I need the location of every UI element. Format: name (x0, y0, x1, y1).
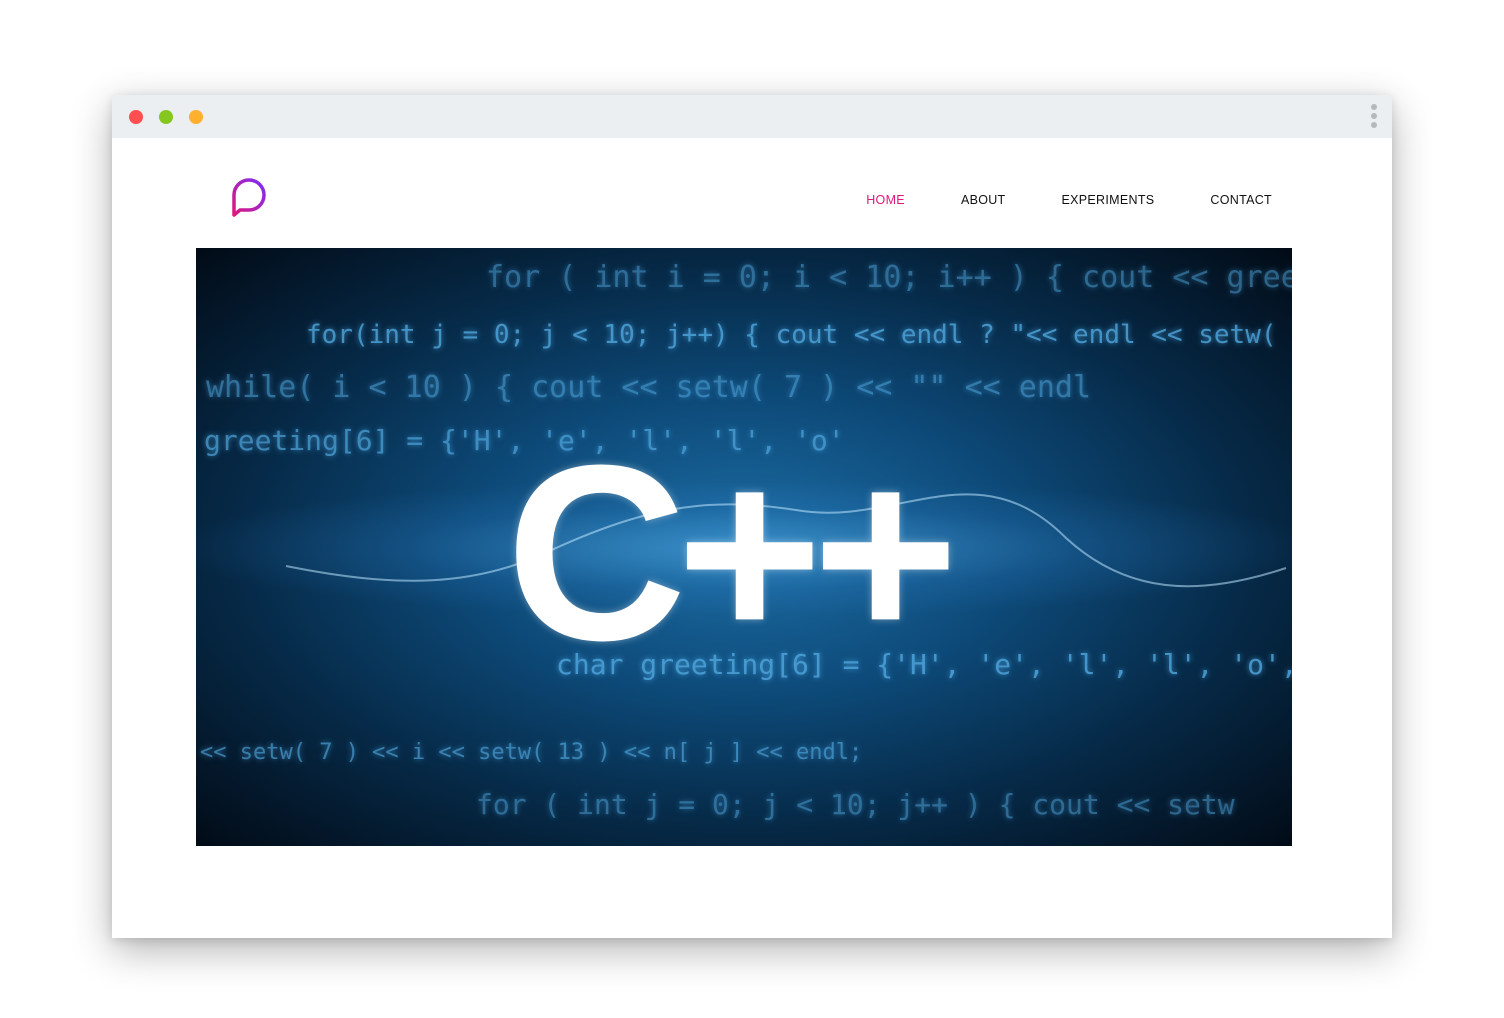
browser-window: HOME ABOUT EXPERIMENTS CONTACT for ( int… (112, 95, 1392, 938)
browser-titlebar (112, 95, 1392, 138)
kebab-menu-icon[interactable] (1368, 104, 1380, 130)
hero-image: for ( int i = 0; i < 10; i++ ) { cout <<… (196, 248, 1292, 846)
main-nav: HOME ABOUT EXPERIMENTS CONTACT (810, 192, 1272, 208)
speech-bubble-logo-icon[interactable] (228, 175, 272, 221)
nav-home[interactable]: HOME (866, 192, 905, 208)
close-window-button[interactable] (129, 110, 143, 124)
cpp-title: C++ (506, 413, 959, 692)
nav-experiments[interactable]: EXPERIMENTS (1062, 192, 1155, 208)
minimize-window-button[interactable] (159, 110, 173, 124)
nav-contact[interactable]: CONTACT (1210, 192, 1272, 208)
maximize-window-button[interactable] (189, 110, 203, 124)
nav-about[interactable]: ABOUT (961, 192, 1006, 208)
